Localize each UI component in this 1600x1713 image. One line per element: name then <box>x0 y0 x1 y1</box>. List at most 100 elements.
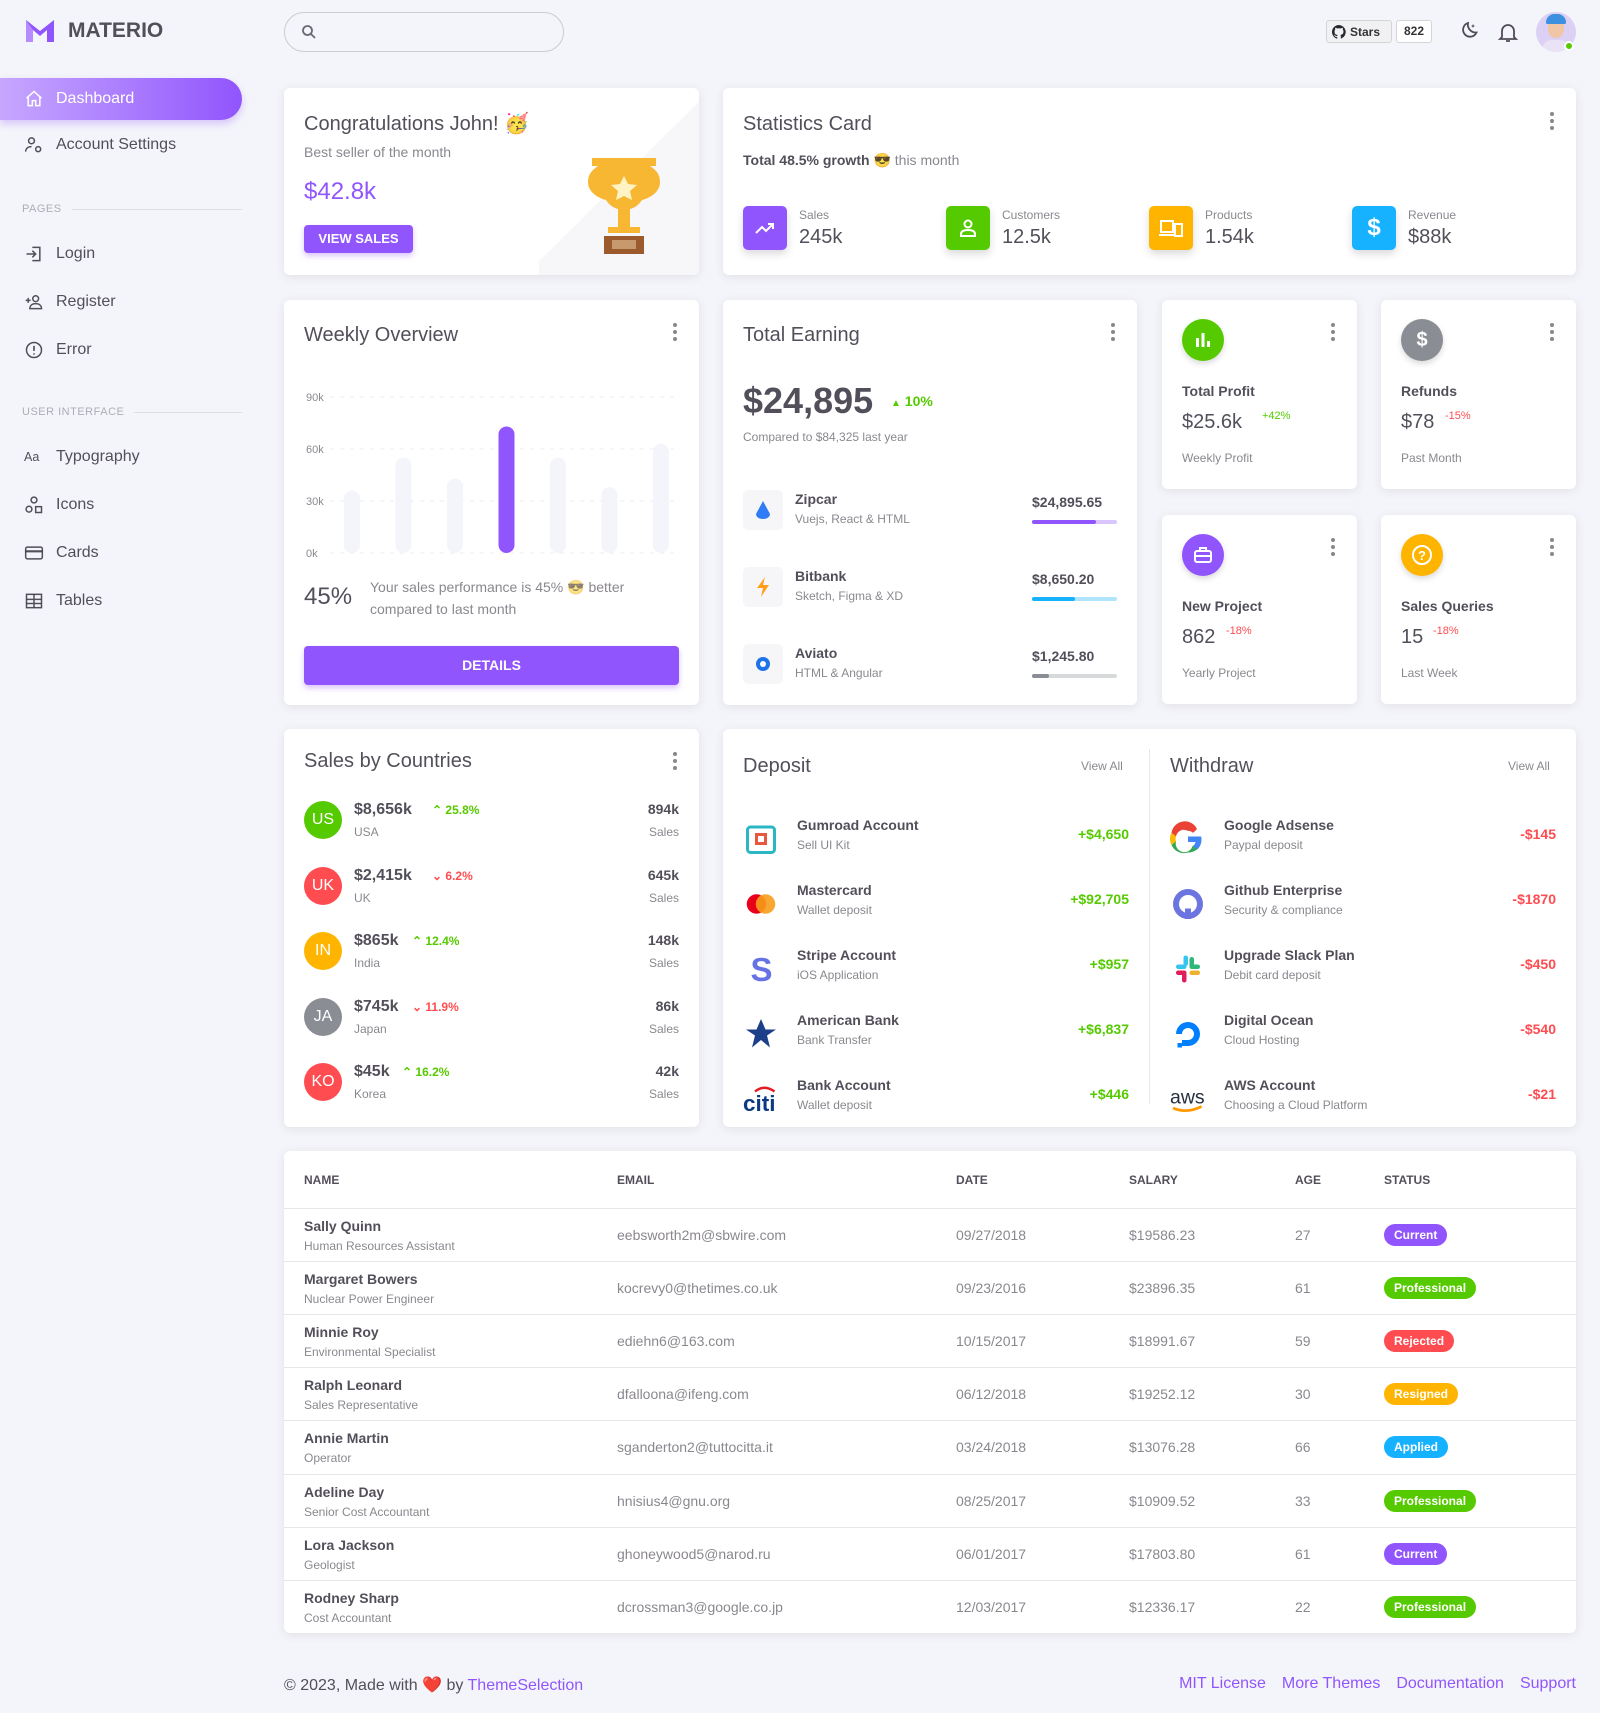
aviato-logo <box>743 644 783 684</box>
sidebar-item-account-settings[interactable]: Account Settings <box>0 124 242 166</box>
github-stars-count[interactable]: 822 <box>1396 20 1432 43</box>
table-row[interactable]: Sally Quinn Human Resources Assistant ee… <box>284 1208 1576 1261</box>
account-icon <box>946 206 990 250</box>
y-tick-label: 30k <box>306 496 324 508</box>
earning-change: ▲ 10% <box>891 393 933 409</box>
sidebar-item-icons[interactable]: Icons <box>0 484 242 526</box>
cellphone-link-icon <box>1149 206 1193 250</box>
theme-selection-link[interactable]: ThemeSelection <box>468 1677 584 1694</box>
footer-link-documentation[interactable]: Documentation <box>1396 1675 1504 1693</box>
sidebar-item-typography[interactable]: Aa Typography <box>0 436 242 478</box>
country-item: KO $45k ⌃ 16.2% Korea 42k Sales <box>304 1063 679 1105</box>
table-row[interactable]: Minnie Roy Environmental Specialist edie… <box>284 1314 1576 1367</box>
stat-sales: Sales 245k <box>743 206 842 250</box>
sidebar-item-register[interactable]: Register <box>0 281 242 323</box>
footer-link-support[interactable]: Support <box>1520 1675 1576 1693</box>
chevron-up-icon: ⌃ <box>402 1065 413 1079</box>
deposit-item: S Stripe Account iOS Application +$957 <box>743 947 1130 989</box>
weekly-overview-card: Weekly Overview 0k 30k 60k 90k 45% Your sal… <box>284 300 699 705</box>
table-row[interactable]: Rodney Sharp Cost Accountant dcrossman3@… <box>284 1579 1576 1633</box>
bell-icon[interactable] <box>1496 20 1520 44</box>
more-options-button[interactable] <box>1103 320 1123 344</box>
table-row[interactable]: Lora Jackson Geologist ghoneywood5@narod… <box>284 1526 1576 1580</box>
congrats-title: Congratulations John! 🥳 <box>304 113 530 135</box>
country-item: US $8,656k ⌃ 25.8% USA 894k Sales <box>304 801 679 843</box>
briefcase-icon <box>1182 534 1224 576</box>
deposit-view-all-link[interactable]: View All <box>1081 759 1123 773</box>
earning-title: Total Earning <box>743 324 860 346</box>
more-options-button[interactable] <box>1542 109 1562 133</box>
country-item: UK $2,415k ⌄ 6.2% UK 645k Sales <box>304 866 679 909</box>
column-header-age[interactable]: AGE <box>1295 1173 1321 1187</box>
total-earning-card: Total Earning $24,895 ▲ 10% Compared to … <box>723 300 1137 705</box>
status-badge: Professional <box>1384 1277 1477 1300</box>
sidebar-item-tables[interactable]: Tables <box>0 580 242 622</box>
country-avatar: KO <box>304 1063 342 1101</box>
weekly-bar-chart: 0k 30k 60k 90k <box>306 392 679 560</box>
sidebar-item-dashboard[interactable]: Dashboard <box>0 78 242 120</box>
bar <box>344 490 360 553</box>
slack-logo <box>1176 955 1200 983</box>
trend-indicator: ⌃ 25.8% <box>432 803 480 817</box>
table-row[interactable]: Adeline Day Senior Cost Accountant hnisi… <box>284 1473 1576 1527</box>
progress-bar <box>1032 597 1117 601</box>
more-options-button[interactable] <box>665 749 685 773</box>
view-sales-button[interactable]: VIEW SALES <box>304 225 413 253</box>
brand-logo[interactable]: MATERIO <box>24 18 163 44</box>
more-options-button[interactable] <box>1323 320 1343 344</box>
earning-amount: $24,895 <box>743 380 874 421</box>
more-options-button[interactable] <box>1542 535 1562 559</box>
svg-text:Aa: Aa <box>24 450 39 464</box>
column-header-email[interactable]: EMAIL <box>617 1173 654 1187</box>
table-icon <box>25 593 43 609</box>
sidebar-section-ui: USER INTERFACE <box>0 406 242 418</box>
github-stars-button[interactable]: Stars <box>1326 20 1392 43</box>
table-row[interactable]: Ralph Leonard Sales Representative dfall… <box>284 1367 1576 1420</box>
weekly-percent: 45% <box>304 583 353 610</box>
withdraw-view-all-link[interactable]: View All <box>1508 759 1550 773</box>
country-avatar: UK <box>304 866 342 905</box>
search-field[interactable] <box>325 24 545 40</box>
trophy-icon <box>588 158 660 254</box>
deposit-item: American Bank Bank Transfer +$6,837 <box>743 1012 1129 1054</box>
withdraw-item: Upgrade Slack Plan Debit card deposit -$… <box>1170 947 1556 989</box>
american-bank-logo <box>746 1019 776 1048</box>
mini-card-total-profit: Total Profit $25.6k +42% Weekly Profit <box>1162 300 1357 489</box>
column-header-status[interactable]: STATUS <box>1384 1173 1430 1187</box>
help-circle-icon: ? <box>1401 534 1443 576</box>
materio-logo-icon <box>26 20 54 42</box>
svg-text:citi: citi <box>743 1091 776 1116</box>
stripe-logo: S <box>751 951 773 987</box>
zipcar-logo <box>743 490 783 530</box>
footer-link-more-themes[interactable]: More Themes <box>1282 1675 1380 1693</box>
sidebar-item-login[interactable]: Login <box>0 233 242 275</box>
bitbank-logo <box>743 567 783 607</box>
alert-circle-icon <box>25 341 43 359</box>
column-header-name[interactable]: NAME <box>304 1173 339 1187</box>
earning-compare: Compared to $84,325 last year <box>743 430 908 444</box>
search-input[interactable] <box>284 12 564 52</box>
status-badge: Resigned <box>1384 1383 1459 1406</box>
google-logo <box>1170 821 1202 854</box>
sidebar-item-error[interactable]: Error <box>0 329 242 371</box>
countries-title: Sales by Countries <box>304 750 472 772</box>
deposit-item: citi Bank Account Wallet deposit +$446 <box>743 1077 1129 1116</box>
mini-card-sales-queries: ? Sales Queries 15 -18% Last Week <box>1381 515 1576 704</box>
y-tick-label: 60k <box>306 444 324 456</box>
moon-icon[interactable] <box>1456 20 1480 44</box>
footer-links: MIT License More Themes Documentation Suppo… <box>1179 1675 1576 1693</box>
table-row[interactable]: Margaret Bowers Nuclear Power Engineer k… <box>284 1261 1576 1314</box>
more-options-button[interactable] <box>1323 535 1343 559</box>
column-header-date[interactable]: DATE <box>956 1173 988 1187</box>
withdraw-title: Withdraw <box>1170 755 1254 777</box>
details-button[interactable]: DETAILS <box>304 646 679 685</box>
country-avatar: JA <box>304 997 342 1036</box>
more-options-button[interactable] <box>1542 320 1562 344</box>
trend-indicator: ⌄ 11.9% <box>412 999 459 1014</box>
column-header-salary[interactable]: SALARY <box>1129 1173 1178 1187</box>
footer-link-mit-license[interactable]: MIT License <box>1179 1675 1266 1693</box>
sidebar-item-cards[interactable]: Cards <box>0 532 242 574</box>
digital-ocean-logo <box>1176 1022 1200 1048</box>
table-header: NAME EMAIL DATE SALARY AGE STATUS <box>284 1151 1576 1208</box>
table-row[interactable]: Annie Martin Operator sganderton2@tuttoc… <box>284 1420 1576 1473</box>
